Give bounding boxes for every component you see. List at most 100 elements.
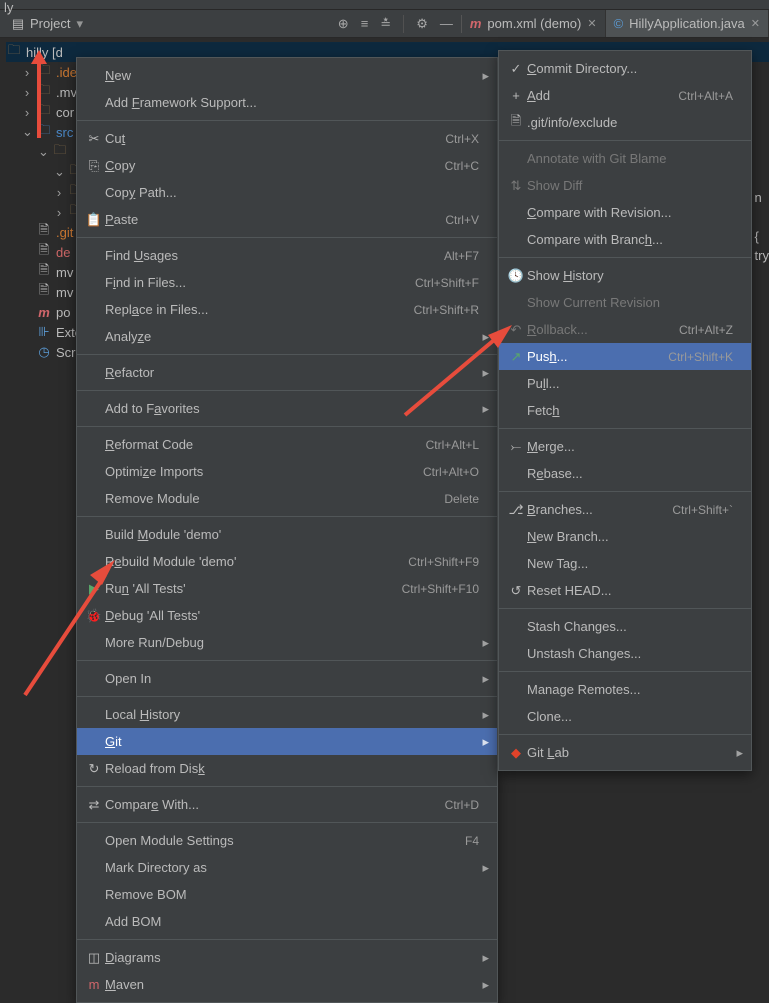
menu-item-label: Compare with Branch... [527, 232, 733, 247]
compare-icon: ⇄ [83, 797, 105, 813]
menu-item[interactable]: Find in Files...Ctrl+Shift+F [77, 269, 497, 296]
menu-item[interactable]: Compare with Branch... [499, 226, 751, 253]
menu-item-label: New [105, 68, 479, 83]
menu-item-label: Reset HEAD... [527, 583, 733, 598]
menu-item[interactable]: New Branch... [499, 523, 751, 550]
menu-item[interactable]: ⇄Compare With...Ctrl+D [77, 791, 497, 818]
menu-item[interactable]: +AddCtrl+Alt+A [499, 82, 751, 109]
shortcut-label: Ctrl+C [445, 159, 479, 173]
menu-item[interactable]: mMaven▸ [77, 971, 497, 998]
tab-label: HillyApplication.java [629, 16, 745, 31]
editor-code: n { try [755, 190, 769, 263]
commit-icon: ✓ [505, 61, 527, 77]
menu-item[interactable]: Add Framework Support... [77, 89, 497, 116]
menu-item[interactable]: Pull... [499, 370, 751, 397]
menu-item-label: Rebuild Module 'demo' [105, 554, 408, 569]
menu-item[interactable]: 🕓Show History [499, 262, 751, 289]
menu-item[interactable]: ⎇Branches...Ctrl+Shift+` [499, 496, 751, 523]
menu-item[interactable]: 🐞Debug 'All Tests' [77, 602, 497, 629]
submenu-caret-icon: ▸ [482, 950, 489, 966]
copy-icon: ⎘ [83, 158, 105, 174]
menu-item-label: New Tag... [527, 556, 733, 571]
menu-item[interactable]: New Tag... [499, 550, 751, 577]
menu-item-label: Fetch [527, 403, 733, 418]
menu-separator [499, 491, 751, 492]
menu-item[interactable]: Remove BOM [77, 881, 497, 908]
menu-item[interactable]: ✂CutCtrl+X [77, 125, 497, 152]
menu-item[interactable]: Find UsagesAlt+F7 [77, 242, 497, 269]
menu-item[interactable]: Add to Favorites▸ [77, 395, 497, 422]
menu-item[interactable]: Stash Changes... [499, 613, 751, 640]
menu-item-label: Copy [105, 158, 445, 173]
close-icon[interactable]: ✕ [751, 17, 760, 30]
menu-item: ⇅Show Diff [499, 172, 751, 199]
menu-item[interactable]: Analyze▸ [77, 323, 497, 350]
close-icon[interactable]: ✕ [587, 17, 596, 30]
hide-icon[interactable]: — [440, 16, 453, 31]
menu-item-label: Paste [105, 212, 445, 227]
menu-item[interactable]: ↗Push...Ctrl+Shift+K [499, 343, 751, 370]
menu-item[interactable]: Fetch [499, 397, 751, 424]
menu-item: ↶Rollback...Ctrl+Alt+Z [499, 316, 751, 343]
menu-item[interactable]: Copy Path... [77, 179, 497, 206]
menu-item[interactable]: Rebuild Module 'demo'Ctrl+Shift+F9 [77, 548, 497, 575]
tree-label: po [56, 305, 70, 320]
merge-icon: ⤚ [505, 439, 527, 455]
push-icon: ↗ [505, 349, 527, 365]
menu-item-label: Open Module Settings [105, 833, 465, 848]
text-icon: 🗎 [36, 264, 52, 280]
menu-item[interactable]: 📋PasteCtrl+V [77, 206, 497, 233]
menu-item[interactable]: Replace in Files...Ctrl+Shift+R [77, 296, 497, 323]
menu-item-label: Show Diff [527, 178, 733, 193]
menu-item[interactable]: Build Module 'demo' [77, 521, 497, 548]
menu-item[interactable]: ⎘CopyCtrl+C [77, 152, 497, 179]
locate-icon[interactable]: ⊕ [338, 16, 349, 32]
menu-item[interactable]: Unstash Changes... [499, 640, 751, 667]
menu-item[interactable]: Local History▸ [77, 701, 497, 728]
tree-label: cor [56, 105, 74, 120]
menu-item[interactable]: ⤚Merge... [499, 433, 751, 460]
shortcut-label: Ctrl+Alt+O [423, 465, 479, 479]
context-menu: New▸Add Framework Support...✂CutCtrl+X⎘C… [76, 57, 498, 1003]
menu-item[interactable]: Compare with Revision... [499, 199, 751, 226]
shortcut-label: Ctrl+Alt+Z [679, 323, 733, 337]
gear-icon[interactable]: ⚙ [416, 16, 428, 32]
menu-item[interactable]: ▶Run 'All Tests'Ctrl+Shift+F10 [77, 575, 497, 602]
tree-label: .git [56, 225, 73, 240]
menu-item[interactable]: Open Module SettingsF4 [77, 827, 497, 854]
menu-item[interactable]: Add BOM [77, 908, 497, 935]
menu-item[interactable]: Mark Directory as▸ [77, 854, 497, 881]
tree-caret-icon: › [54, 185, 64, 200]
collapse-icon[interactable]: ≛ [380, 16, 391, 32]
menu-item[interactable]: New▸ [77, 62, 497, 89]
menu-item[interactable]: Optimize ImportsCtrl+Alt+O [77, 458, 497, 485]
menu-item[interactable]: Manage Remotes... [499, 676, 751, 703]
menu-item-label: Rollback... [527, 322, 679, 337]
menu-item[interactable]: ↻Reload from Disk [77, 755, 497, 782]
menu-item[interactable]: ◆Git Lab▸ [499, 739, 751, 766]
menu-item-label: Find in Files... [105, 275, 415, 290]
project-tool-label[interactable]: ▤ Project ▾ [0, 16, 93, 32]
lib-icon: ⊪ [36, 324, 52, 340]
menu-item-label: Branches... [527, 502, 672, 517]
menu-item[interactable]: Rebase... [499, 460, 751, 487]
editor-tab-hillyapp[interactable]: © HillyApplication.java ✕ [606, 10, 769, 37]
toolbar-icons: ⊕ ≡ ≛ ⚙ — [338, 15, 461, 33]
shortcut-label: Ctrl+Shift+F10 [402, 582, 479, 596]
menu-item[interactable]: ✓Commit Directory... [499, 55, 751, 82]
menu-item[interactable]: ◫Diagrams▸ [77, 944, 497, 971]
menu-item[interactable]: Open In▸ [77, 665, 497, 692]
expand-icon[interactable]: ≡ [361, 16, 369, 31]
shortcut-label: Ctrl+Shift+K [668, 350, 733, 364]
menu-item[interactable]: More Run/Debug▸ [77, 629, 497, 656]
menu-item[interactable]: Refactor▸ [77, 359, 497, 386]
menu-item[interactable]: Clone... [499, 703, 751, 730]
menu-item[interactable]: 🗎.git/info/exclude [499, 109, 751, 136]
editor-tab-pom[interactable]: m pom.xml (demo) ✕ [462, 10, 606, 37]
menu-separator [499, 671, 751, 672]
menu-item[interactable]: Git▸ [77, 728, 497, 755]
menu-item[interactable]: Remove ModuleDelete [77, 485, 497, 512]
menu-item[interactable]: Reformat CodeCtrl+Alt+L [77, 431, 497, 458]
menu-item[interactable]: ↺Reset HEAD... [499, 577, 751, 604]
menu-item-label: Debug 'All Tests' [105, 608, 479, 623]
